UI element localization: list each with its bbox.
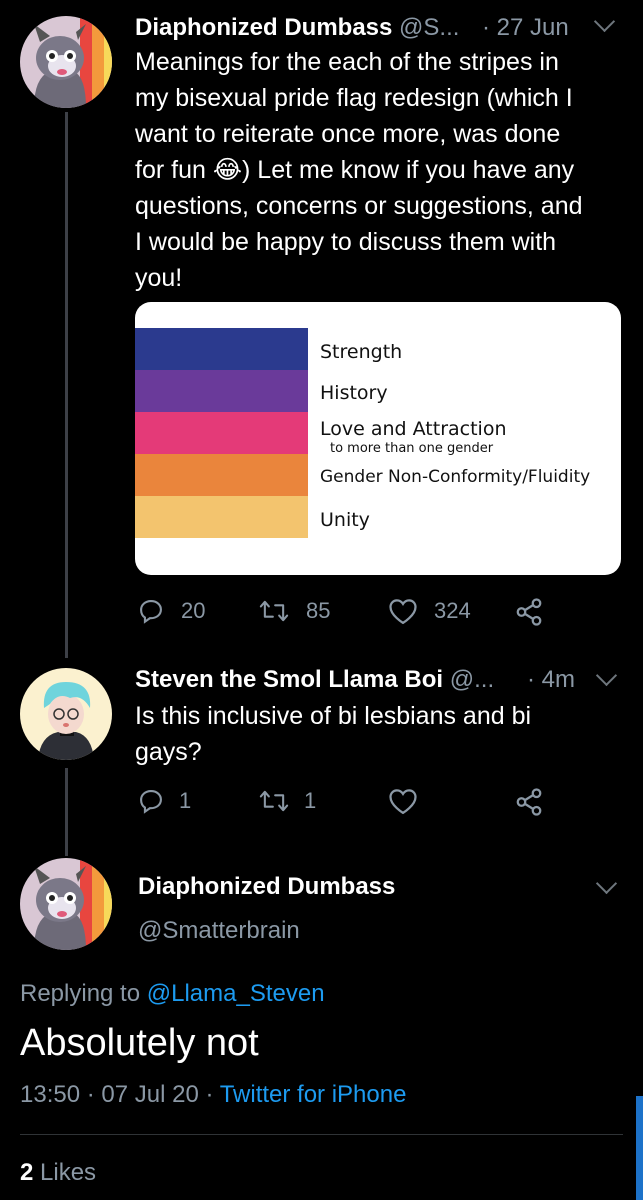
thread-line <box>65 768 68 856</box>
scrollbar[interactable] <box>636 1096 643 1200</box>
heart-icon <box>388 787 418 815</box>
tweet-text: Meanings for the each of the stripes in … <box>135 48 583 292</box>
retweet-count: 1 <box>304 788 317 813</box>
tweet-timestamp: 13:50 · 07 Jul 20 · Twitter for iPhone <box>20 1081 407 1108</box>
retweet-icon <box>258 787 290 815</box>
retweet-button[interactable]: 85 <box>258 597 330 625</box>
avatar[interactable] <box>20 858 112 950</box>
share-button[interactable] <box>514 787 544 817</box>
thread-line <box>65 112 68 658</box>
reply-button[interactable]: 20 <box>137 597 205 625</box>
reply-count: 20 <box>181 598 206 623</box>
tweet-time[interactable]: · 4m <box>527 666 575 694</box>
author-name[interactable]: Diaphonized Dumbass @S... <box>135 14 459 42</box>
flag-label-gender: Gender Non-Conformity/Fluidity <box>320 467 591 487</box>
divider <box>20 1134 623 1135</box>
share-button[interactable] <box>514 597 544 627</box>
tweet-time[interactable]: · 27 Jun <box>482 14 569 42</box>
flag-label-history: History <box>320 382 388 404</box>
chevron-down-icon[interactable] <box>595 872 618 895</box>
flag-sublabel-love: to more than one gender <box>330 441 494 456</box>
reply-count: 1 <box>179 788 192 813</box>
author-handle[interactable]: @Smatterbrain <box>138 917 300 945</box>
reply-icon <box>137 597 165 625</box>
tweet-text: Is this inclusive of bi lesbians and bi … <box>135 702 532 766</box>
reply-button[interactable]: 1 <box>137 787 191 815</box>
main-tweet-text: Absolutely not <box>20 1022 259 1064</box>
heart-icon <box>388 597 418 625</box>
retweet-icon <box>258 597 290 625</box>
flag-stripe-unity <box>135 496 308 538</box>
flag-stripe-love <box>135 412 308 454</box>
replying-to: Replying to @Llama_Steven <box>20 980 325 1007</box>
like-button[interactable]: 324 <box>388 597 471 625</box>
avatar[interactable] <box>20 16 112 108</box>
share-icon <box>514 787 544 817</box>
source-link[interactable]: Twitter for iPhone <box>220 1081 407 1108</box>
retweet-count: 85 <box>306 598 331 623</box>
reply-icon <box>137 787 165 815</box>
flag-label-strength: Strength <box>320 341 403 363</box>
retweet-button[interactable]: 1 <box>258 787 316 815</box>
flag-label-love: Love and Attraction <box>320 418 507 440</box>
replying-to-link[interactable]: @Llama_Steven <box>147 980 325 1007</box>
author-handle[interactable]: @... <box>450 666 494 693</box>
share-icon <box>514 597 544 627</box>
chevron-down-icon[interactable] <box>595 664 618 687</box>
author-name[interactable]: Steven the Smol Llama Boi @... <box>135 666 494 694</box>
chevron-down-icon[interactable] <box>593 10 616 33</box>
flag-image[interactable]: Strength History Love and Attraction to … <box>135 302 621 575</box>
flag-stripe-strength <box>135 328 308 370</box>
author-handle[interactable]: @S... <box>399 14 459 41</box>
like-count: 324 <box>434 598 471 623</box>
author-name[interactable]: Diaphonized Dumbass <box>138 873 395 901</box>
like-button[interactable] <box>388 787 418 815</box>
flag-label-unity: Unity <box>320 509 370 531</box>
flag-stripe-gender <box>135 454 308 496</box>
avatar[interactable] <box>20 668 112 760</box>
flag-stripe-history <box>135 370 308 412</box>
likes-stat[interactable]: 2 Likes <box>20 1159 96 1187</box>
